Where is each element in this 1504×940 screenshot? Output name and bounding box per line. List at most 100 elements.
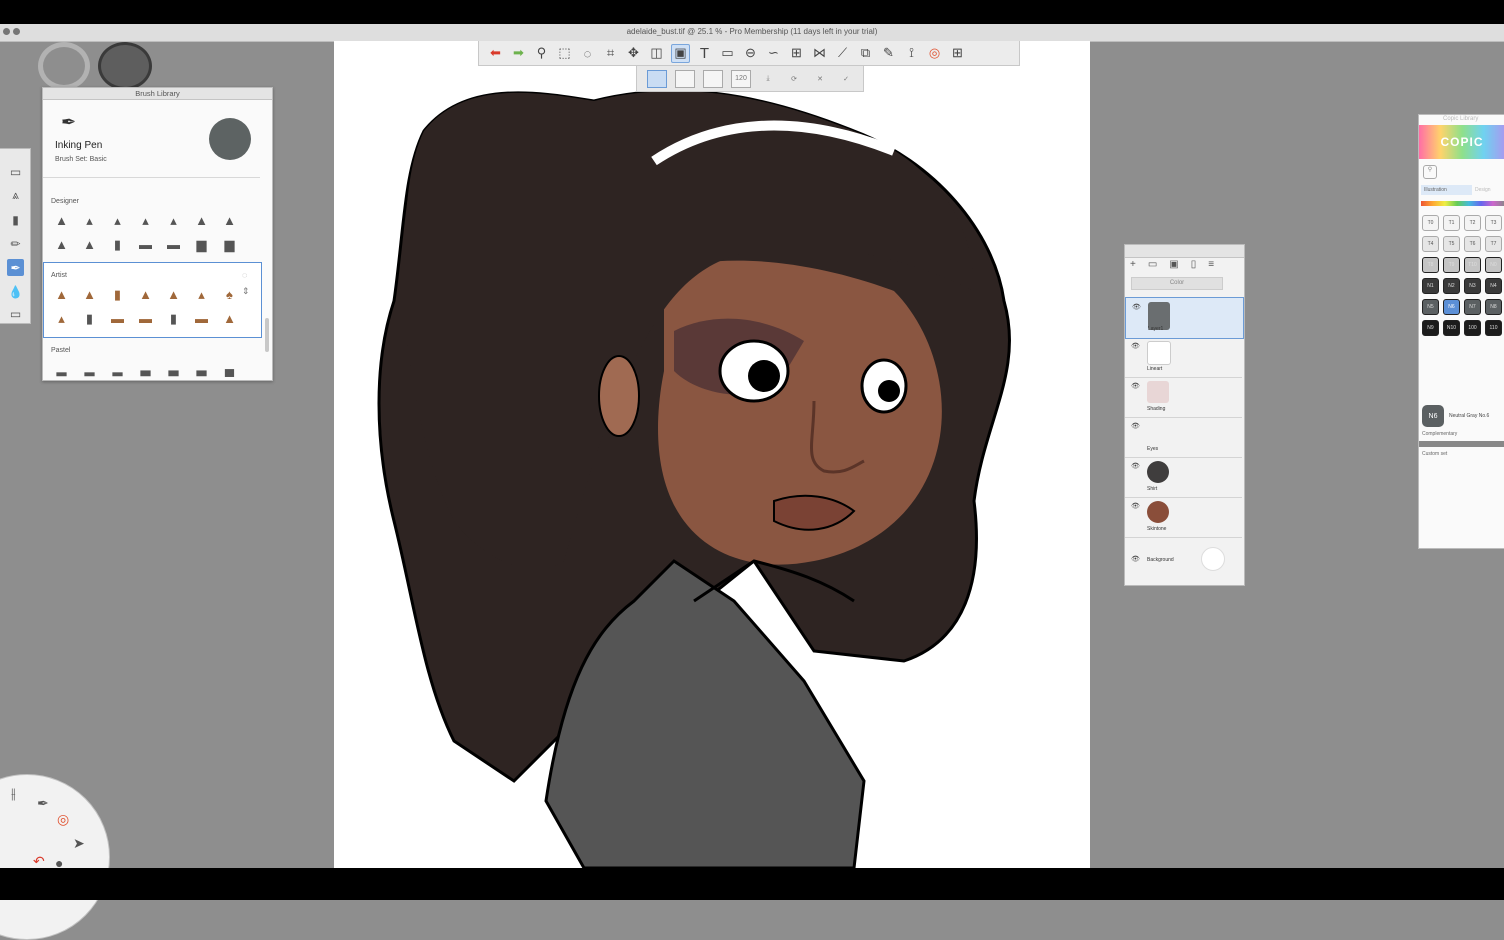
- image-icon[interactable]: ▣: [1169, 259, 1178, 270]
- copic-chip[interactable]: T6: [1464, 236, 1481, 252]
- visibility-icon[interactable]: 👁: [1131, 342, 1140, 350]
- copic-chip[interactable]: T8: [1422, 257, 1439, 273]
- brush-icon[interactable]: ▂: [53, 360, 70, 377]
- brush-icon[interactable]: ▲: [53, 212, 70, 229]
- copic-chip[interactable]: T10: [1464, 257, 1481, 273]
- copic-chip[interactable]: T2: [1464, 215, 1481, 231]
- brush-icon[interactable]: ▲: [53, 236, 70, 253]
- brush-icon[interactable]: ▆: [193, 236, 210, 253]
- download-icon[interactable]: ⤓: [759, 71, 777, 87]
- brush-icon[interactable]: ▲: [81, 236, 98, 253]
- layer-row[interactable]: 👁 Shirt: [1125, 457, 1242, 498]
- layout-icon[interactable]: ⊞: [949, 45, 966, 62]
- gradient-fill-option[interactable]: [675, 69, 695, 88]
- fan-brush-icon[interactable]: ♠: [221, 286, 238, 303]
- copic-chip[interactable]: 100: [1464, 320, 1481, 336]
- steady-stroke-icon[interactable]: ⟋: [834, 45, 851, 62]
- copic-search-icon[interactable]: ⚲: [1423, 165, 1437, 179]
- brush-icon[interactable]: ▃: [137, 360, 154, 377]
- brush-icon[interactable]: ▴: [53, 310, 70, 327]
- reset-icon[interactable]: ⟳: [785, 71, 803, 87]
- selected-copic-chip[interactable]: N6: [1422, 405, 1444, 427]
- visibility-icon[interactable]: 👁: [1131, 382, 1140, 390]
- brush-icon[interactable]: ▬: [193, 310, 210, 327]
- brush-icon[interactable]: ▴: [81, 212, 98, 229]
- brush-icon[interactable]: ▲: [221, 212, 238, 229]
- copic-chip[interactable]: T3: [1485, 215, 1502, 231]
- brush-icon[interactable]: ▃: [165, 360, 182, 377]
- brush-icon[interactable]: ▆: [221, 236, 238, 253]
- copic-chip[interactable]: N8: [1485, 299, 1502, 315]
- brush-icon[interactable]: ▲: [165, 286, 182, 303]
- pen-icon[interactable]: ✒: [37, 795, 49, 812]
- copic-chip[interactable]: N6: [1443, 299, 1460, 315]
- brush-icon[interactable]: ▬: [109, 310, 126, 327]
- visibility-icon[interactable]: 👁: [1131, 555, 1140, 563]
- ruler-icon[interactable]: ▭: [719, 45, 736, 62]
- brush-icon[interactable]: ▲: [81, 286, 98, 303]
- copic-spectrum[interactable]: [1421, 201, 1504, 206]
- rect-fill-option[interactable]: [647, 69, 667, 88]
- transform-icon[interactable]: ✥: [625, 45, 642, 62]
- cancel-icon[interactable]: ✕: [811, 71, 829, 87]
- copic-tab-design[interactable]: Design: [1475, 185, 1504, 195]
- copic-chip[interactable]: N10: [1443, 320, 1460, 336]
- french-curve-icon[interactable]: ∽: [765, 45, 782, 62]
- symmetry-icon[interactable]: ⋈: [811, 45, 828, 62]
- copic-chip[interactable]: T7: [1485, 236, 1502, 252]
- selection-icon[interactable]: ⬚: [556, 45, 573, 62]
- eraser-icon[interactable]: ▭: [7, 305, 24, 322]
- brush-library-icon[interactable]: ⟟: [903, 45, 920, 62]
- brush-icon[interactable]: ▮: [109, 286, 126, 303]
- copic-chip[interactable]: N0: [1485, 257, 1502, 273]
- visibility-icon[interactable]: 👁: [1131, 502, 1140, 510]
- fill-icon[interactable]: ▣: [671, 43, 690, 63]
- marker-icon[interactable]: ▮: [7, 211, 24, 228]
- copic-chip[interactable]: N2: [1443, 278, 1460, 294]
- layer-row[interactable]: 👁 Layer1: [1125, 297, 1244, 339]
- brush-icon[interactable]: ▴: [193, 286, 210, 303]
- brush-color-swatch[interactable]: [209, 118, 251, 160]
- copic-tab-illustration[interactable]: Illustration: [1421, 185, 1472, 195]
- brush-icon[interactable]: ▬: [137, 310, 154, 327]
- ellipse-guide-icon[interactable]: ⊖: [742, 45, 759, 62]
- brush-library-scrollbar[interactable]: [265, 318, 269, 352]
- confirm-icon[interactable]: ✓: [837, 71, 855, 87]
- copic-chip[interactable]: T1: [1443, 215, 1460, 231]
- color-wheel-icon[interactable]: ◎: [926, 45, 943, 62]
- brush-size-puck[interactable]: [38, 42, 90, 90]
- undo-icon[interactable]: ⬅: [487, 45, 504, 62]
- brush-icon[interactable]: ▲: [221, 310, 238, 327]
- color-icon[interactable]: ◎: [57, 811, 69, 828]
- brush-icon[interactable]: ▴: [165, 212, 182, 229]
- folder-icon[interactable]: ▭: [1148, 259, 1157, 270]
- select-icon[interactable]: ➤: [73, 835, 85, 852]
- visibility-icon[interactable]: 👁: [1131, 422, 1140, 430]
- radial-fill-option[interactable]: [703, 69, 723, 88]
- layer-row[interactable]: 👁 Eyes: [1125, 417, 1242, 458]
- brush-icon[interactable]: ▴: [137, 212, 154, 229]
- strip-menu-icon[interactable]: ▭: [7, 163, 24, 180]
- brush-icon[interactable]: ▲: [53, 286, 70, 303]
- add-layer-icon[interactable]: +: [1130, 259, 1136, 270]
- brush-icon[interactable]: ▂: [81, 360, 98, 377]
- expand-icon[interactable]: ⇕: [242, 286, 250, 297]
- distort-icon[interactable]: ◫: [648, 45, 665, 62]
- perspective-icon[interactable]: ⊞: [788, 45, 805, 62]
- visibility-icon[interactable]: 👁: [1131, 462, 1140, 470]
- pencil-icon[interactable]: ✏: [7, 235, 24, 252]
- brush-icon[interactable]: ▬: [137, 236, 154, 253]
- text-icon[interactable]: T: [696, 45, 713, 62]
- blender-icon[interactable]: 💧: [7, 283, 24, 300]
- inking-pen-icon[interactable]: ✒: [7, 259, 24, 276]
- brush-tool-icon[interactable]: ⫲: [11, 785, 16, 802]
- copic-chip[interactable]: N5: [1422, 299, 1439, 315]
- layer-row[interactable]: 👁 Skintone: [1125, 497, 1242, 538]
- magnifier-icon[interactable]: ⚲: [533, 45, 550, 62]
- brush-icon[interactable]: ▴: [109, 212, 126, 229]
- copic-chip[interactable]: N3: [1464, 278, 1481, 294]
- brush-icon[interactable]: ▮: [109, 236, 126, 253]
- blend-mode-select[interactable]: Color: [1131, 277, 1223, 290]
- custom-set-label[interactable]: Custom set: [1422, 451, 1447, 457]
- copic-chip[interactable]: N7: [1464, 299, 1481, 315]
